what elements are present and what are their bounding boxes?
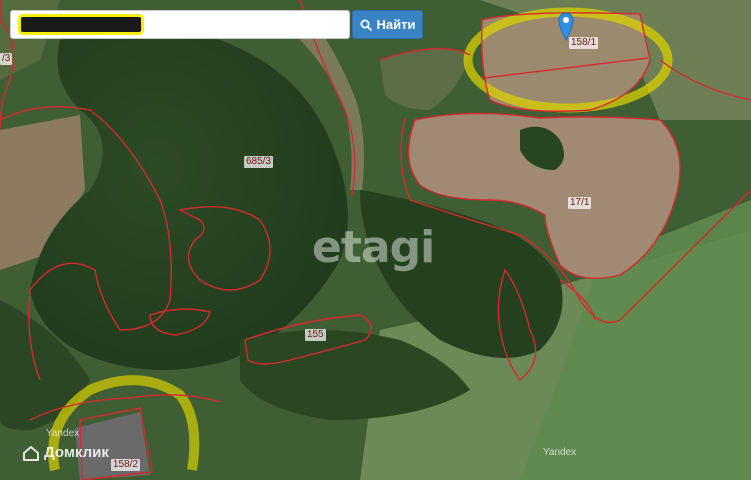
parcel-label-158-1[interactable]: 158/1 [569,37,599,49]
parcel-label-155[interactable]: 155 [305,329,326,341]
find-button-label: Найти [376,17,416,32]
house-icon [23,445,39,461]
etagi-watermark: etagi [312,222,435,273]
redacted-search-text [21,17,141,32]
parcel-label-17-1[interactable]: 17/1 [568,197,592,209]
yandex-attribution-left: Yandex [46,428,80,439]
parcel-label-158-2[interactable]: 158/2 [111,459,141,471]
search-box[interactable] [10,10,350,39]
domclick-brand-text: Домклик [44,444,109,461]
domclick-logo: Домклик [22,444,109,461]
find-button[interactable]: Найти [352,10,423,39]
parcel-label-3[interactable]: /3 [0,53,13,65]
yandex-attribution-right: Yandex [543,447,577,458]
parcel-label-685-3[interactable]: 685/3 [244,156,274,168]
search-icon [360,19,372,31]
